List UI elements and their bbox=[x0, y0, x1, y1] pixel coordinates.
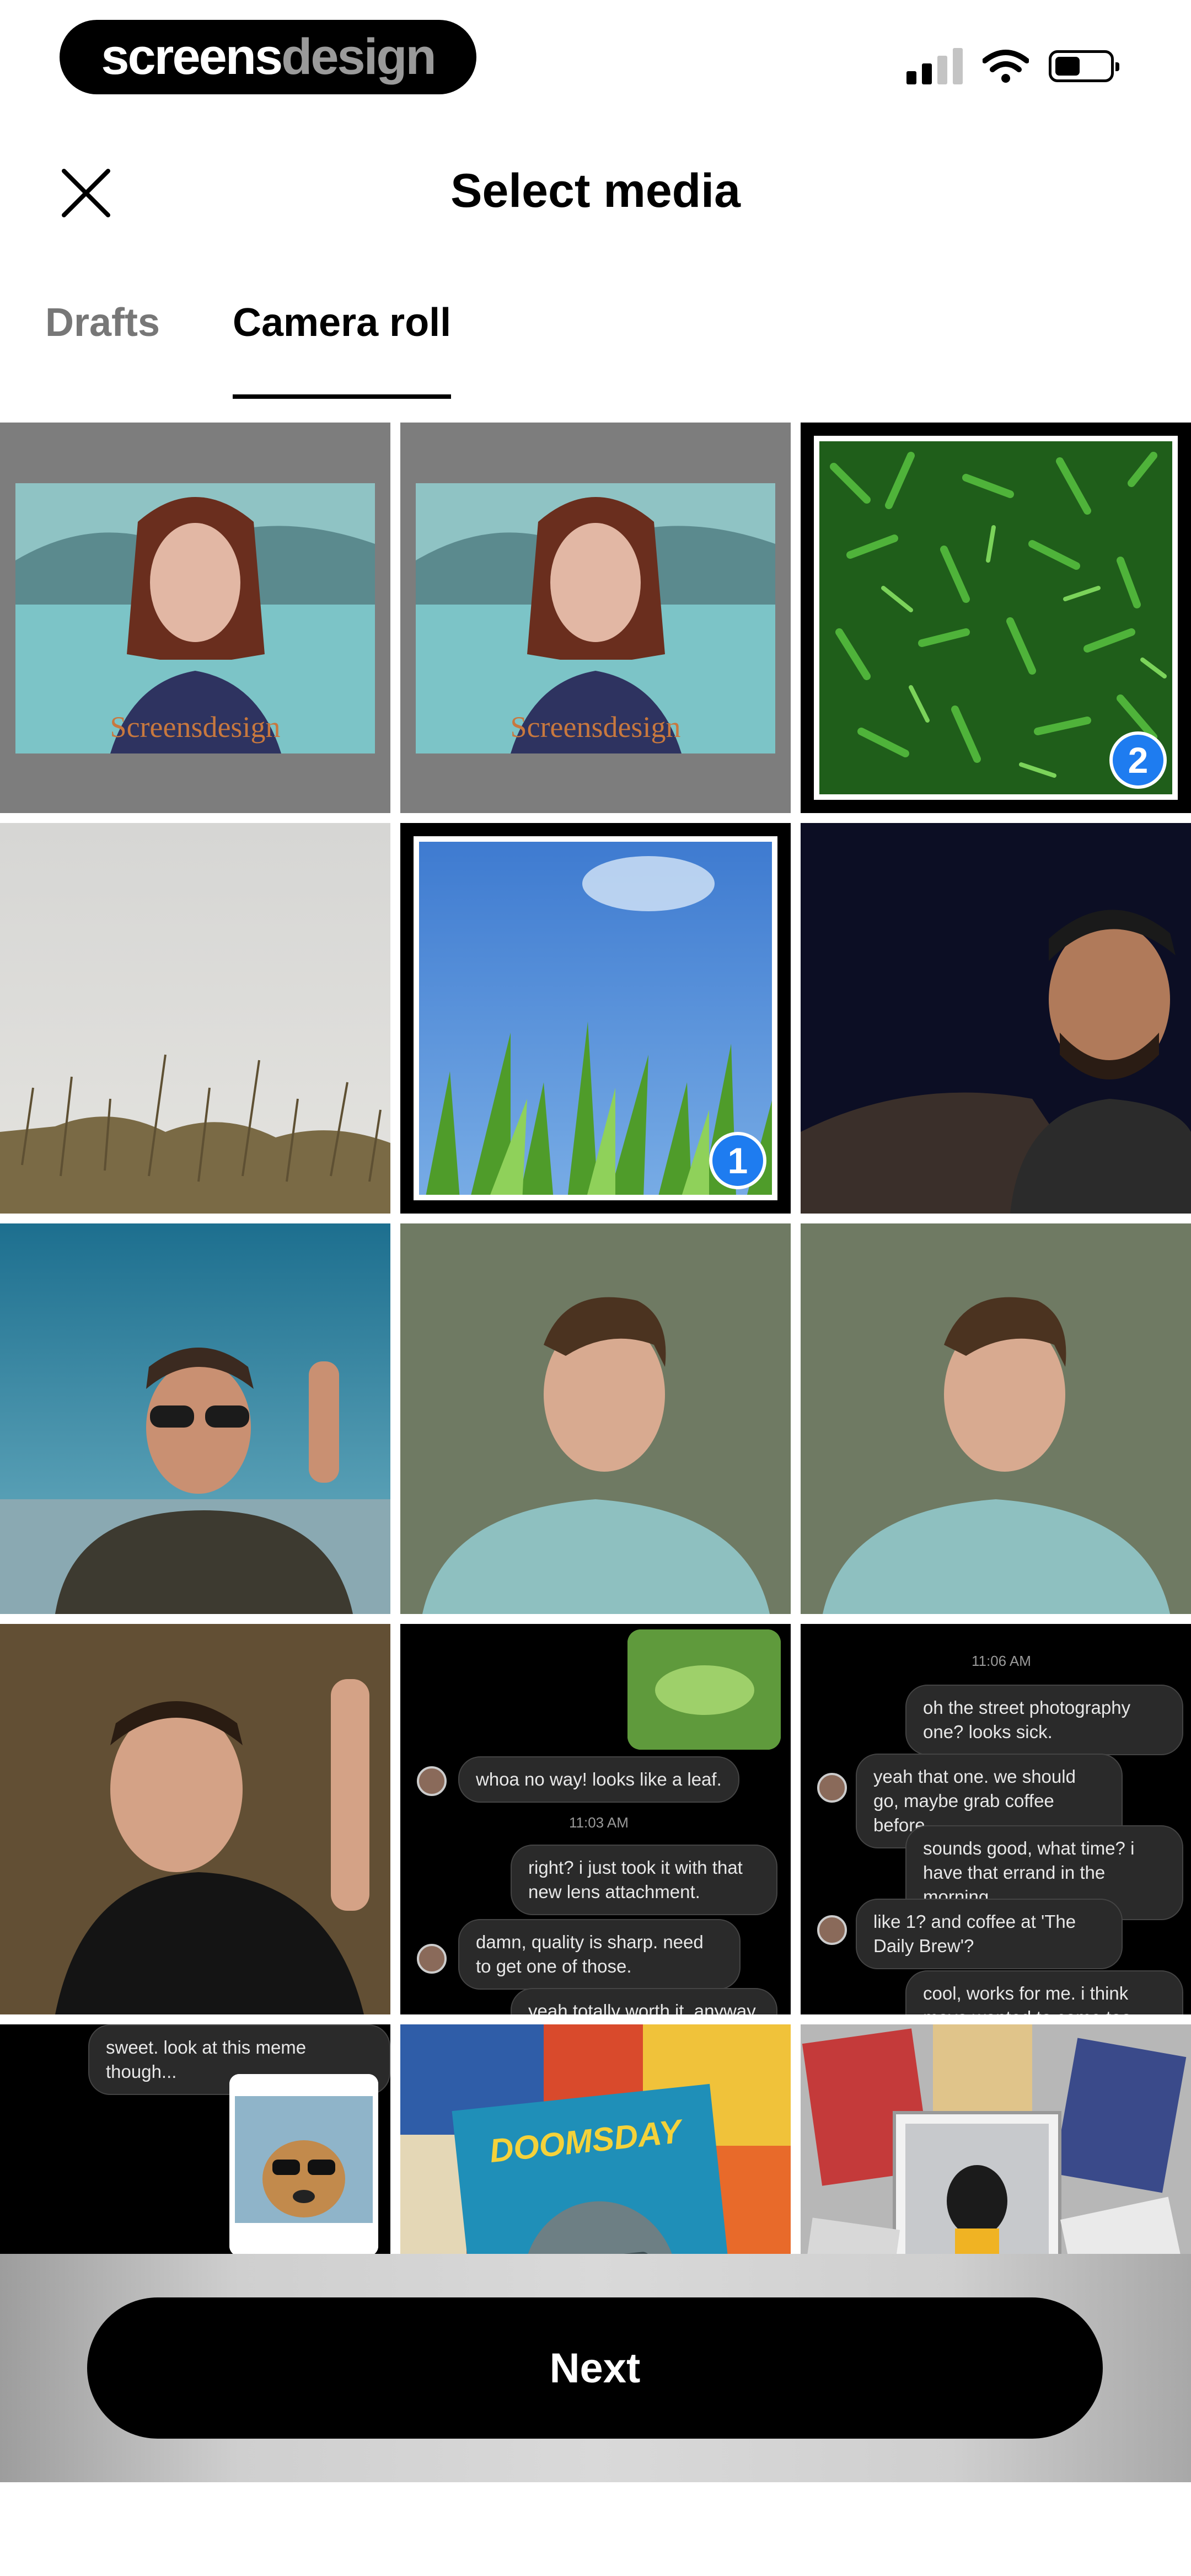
chat-message: cool, works for me. i think maya wanted … bbox=[905, 1970, 1183, 2014]
media-thumbnail[interactable] bbox=[0, 1624, 390, 2014]
photo-portrait-woman: Screensdesign bbox=[0, 423, 390, 813]
media-thumbnail-selected[interactable]: 1 bbox=[400, 823, 791, 1214]
media-thumbnail[interactable]: Screensdesign bbox=[0, 423, 390, 813]
avatar bbox=[817, 1773, 847, 1803]
watermark-text: Screensdesign bbox=[110, 710, 281, 744]
photo-foggy-field bbox=[0, 823, 390, 1214]
chat-message: whoa no way! looks like a leaf. bbox=[458, 1756, 739, 1803]
photo-man-portrait-wall bbox=[400, 1223, 791, 1614]
active-tab-indicator bbox=[233, 394, 451, 399]
media-thumbnail[interactable] bbox=[801, 823, 1191, 1214]
tab-camera-roll[interactable]: Camera roll bbox=[233, 298, 451, 348]
brand-logo-part1: screens bbox=[101, 29, 283, 85]
chat-message: like 1? and coffee at 'The Daily Brew'? bbox=[856, 1899, 1123, 1969]
status-icons bbox=[906, 44, 1119, 88]
meme-screenshot bbox=[229, 2074, 378, 2256]
media-thumbnail[interactable] bbox=[0, 1223, 390, 1614]
brand-logo-part2: design bbox=[281, 29, 436, 85]
selection-order-badge: 2 bbox=[1109, 731, 1167, 789]
avatar bbox=[817, 1915, 847, 1945]
media-thumbnail[interactable] bbox=[0, 823, 390, 1214]
photo-man-portrait-wall bbox=[801, 1223, 1191, 1614]
chat-timestamp: 11:03 AM bbox=[569, 1814, 629, 1831]
wifi-icon bbox=[983, 50, 1029, 83]
cellular-signal-icon bbox=[906, 48, 963, 84]
tab-drafts[interactable]: Drafts bbox=[45, 298, 160, 348]
chat-timestamp: 11:06 AM bbox=[972, 1653, 1031, 1669]
avatar bbox=[417, 1944, 447, 1974]
chat-message: yeah totally worth it. anyway bbox=[511, 1988, 777, 2014]
media-thumbnail-selected[interactable]: 2 bbox=[801, 423, 1191, 813]
photo-man-smiling-dark bbox=[801, 823, 1191, 1214]
brand-logo: screens design bbox=[60, 20, 476, 94]
chat-screenshot: whoa no way! looks like a leaf. 11:03 AM… bbox=[400, 1624, 791, 2014]
media-thumbnail[interactable]: Screensdesign bbox=[400, 423, 791, 813]
leaf-insect-photo bbox=[627, 1629, 781, 1750]
photo-man-sunglasses-selfie bbox=[0, 1223, 390, 1614]
avatar bbox=[417, 1766, 447, 1796]
chat-screenshot: 11:06 AM oh the street photography one? … bbox=[801, 1624, 1191, 2014]
dog-sunglasses-meme bbox=[229, 2074, 378, 2256]
media-thumbnail[interactable]: whoa no way! looks like a leaf. 11:03 AM… bbox=[400, 1624, 791, 2014]
chat-message: right? i just took it with that new lens… bbox=[511, 1845, 777, 1915]
leaf-insect-image bbox=[627, 1629, 781, 1750]
chat-message: damn, quality is sharp. need to get one … bbox=[458, 1919, 741, 1990]
next-button[interactable]: Next bbox=[87, 2297, 1103, 2439]
media-thumbnail[interactable] bbox=[801, 1223, 1191, 1614]
watermark-text: Screensdesign bbox=[511, 710, 681, 744]
page-title: Select media bbox=[450, 164, 741, 217]
media-thumbnail[interactable]: 11:06 AM oh the street photography one? … bbox=[801, 1624, 1191, 2014]
photo-portrait-woman: Screensdesign bbox=[400, 423, 791, 813]
battery-icon bbox=[1049, 50, 1119, 82]
chat-message: oh the street photography one? looks sic… bbox=[905, 1685, 1183, 1755]
selection-order-badge: 1 bbox=[709, 1132, 766, 1189]
photo-man-selfie-forest bbox=[0, 1624, 390, 2014]
media-thumbnail[interactable] bbox=[400, 1223, 791, 1614]
